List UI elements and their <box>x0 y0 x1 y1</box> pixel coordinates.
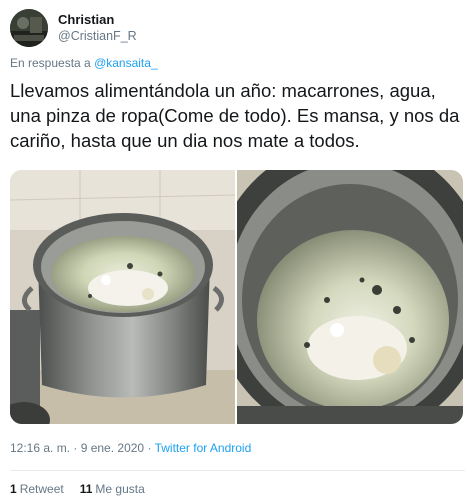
retweet-stat[interactable]: 1 Retweet <box>10 482 64 496</box>
tweet-source-link[interactable]: Twitter for Android <box>155 441 252 455</box>
pot-photo-right-icon <box>237 170 463 424</box>
reply-prefix: En respuesta a <box>10 56 91 70</box>
avatar[interactable] <box>10 9 48 47</box>
like-count: 11 <box>79 482 93 496</box>
meta-separator: · <box>147 441 155 455</box>
tweet-text: Llevamos alimentándola un año: macarrone… <box>10 80 460 151</box>
tweet-stats: 1 Retweet 11 Me gusta <box>10 482 145 496</box>
photo-right[interactable] <box>237 170 463 424</box>
tweet-timestamp[interactable]: 12:16 a. m. · 9 ene. 2020 <box>10 441 144 455</box>
retweet-count: 1 <box>10 482 17 496</box>
divider <box>10 470 465 471</box>
tweet-header: Christian @CristianF_R <box>10 8 137 48</box>
like-label: Me gusta <box>95 482 145 496</box>
reply-mention-link[interactable]: @kansaita_ <box>94 56 158 70</box>
media-grid <box>10 170 463 424</box>
retweet-label: Retweet <box>19 482 64 496</box>
pot-photo-left-icon <box>10 170 235 424</box>
like-stat[interactable]: 11 Me gusta <box>80 482 145 496</box>
tweet-meta: 12:16 a. m. · 9 ene. 2020 · Twitter for … <box>10 441 251 455</box>
author-name[interactable]: Christian <box>58 12 137 28</box>
reply-context: En respuesta a @kansaita_ <box>10 56 158 70</box>
photo-left[interactable] <box>10 170 235 424</box>
avatar-image <box>10 9 48 47</box>
author-handle[interactable]: @CristianF_R <box>58 28 137 44</box>
user-info[interactable]: Christian @CristianF_R <box>58 12 137 44</box>
